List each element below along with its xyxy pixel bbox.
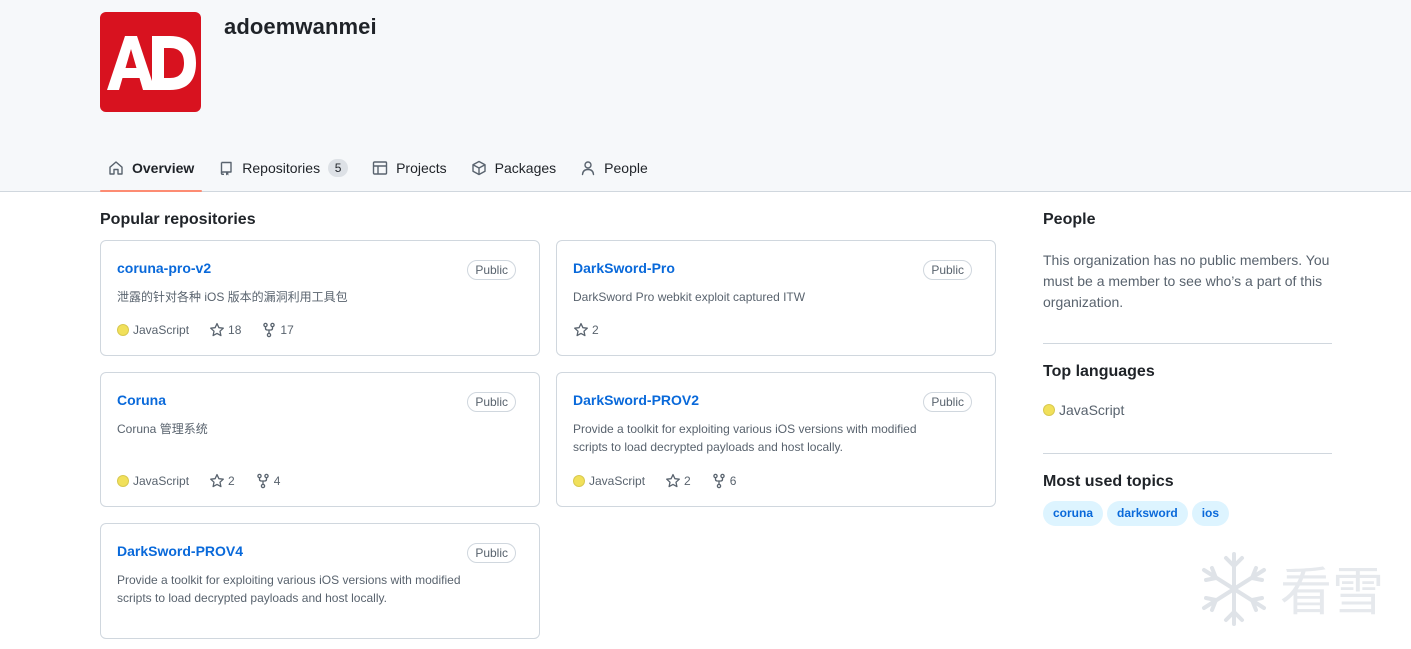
tab-packages[interactable]: Packages	[463, 146, 564, 190]
top-languages-title: Top languages	[1043, 363, 1155, 380]
repo-description: Provide a toolkit for exploiting various…	[117, 573, 461, 605]
tab-label: Repositories	[242, 160, 321, 176]
kanxue-watermark-logo: 看雪	[1202, 552, 1384, 626]
language-color-dot	[117, 475, 129, 487]
org-header: adoemwanmei Overview Repositories 5 Proj…	[0, 0, 1411, 192]
repo-card: DarkSword-Pro Public DarkSword Pro webki…	[556, 240, 996, 356]
watermark-text: 看雪	[1280, 563, 1384, 623]
repo-icon	[221, 161, 232, 176]
star-icon	[574, 322, 588, 337]
visibility-badge: Public	[923, 392, 972, 412]
tab-projects[interactable]: Projects	[364, 146, 455, 190]
stars-link[interactable]: 2	[209, 473, 235, 489]
repo-language: JavaScript	[117, 474, 189, 488]
most-used-topics-title: Most used topics	[1043, 473, 1174, 490]
star-count: 18	[228, 323, 242, 337]
fork-icon	[263, 322, 276, 338]
stars-link[interactable]: 2	[665, 473, 691, 489]
repo-description: Provide a toolkit for exploiting various…	[573, 422, 917, 454]
star-icon	[210, 322, 224, 337]
repo-meta: 2	[573, 322, 619, 338]
repo-language: JavaScript	[573, 474, 645, 488]
popular-repositories-title: Popular repositories	[100, 211, 256, 228]
fork-count: 4	[273, 474, 281, 488]
repo-description: DarkSword Pro webkit exploit captured IT…	[573, 290, 806, 304]
visibility-badge: Public	[467, 260, 516, 280]
forks-link[interactable]: 6	[711, 473, 737, 489]
star-icon	[666, 473, 680, 488]
repo-name-link[interactable]: Coruna	[117, 392, 166, 408]
visibility-badge: Public	[467, 543, 516, 563]
language-label: JavaScript	[589, 474, 646, 488]
star-count: 2	[228, 474, 235, 488]
topic-tag[interactable]: darksword	[1107, 501, 1188, 526]
top-language-item[interactable]: JavaScript	[1043, 402, 1124, 418]
repo-meta: JavaScript 2 4	[117, 473, 300, 489]
home-icon	[109, 161, 123, 175]
fork-count: 17	[280, 323, 294, 337]
fork-icon	[712, 473, 725, 489]
tab-overview[interactable]: Overview	[100, 146, 203, 192]
forks-link[interactable]: 17	[261, 322, 294, 338]
tab-label: Overview	[132, 160, 195, 176]
star-count: 2	[592, 323, 599, 337]
repo-meta: JavaScript 18 17	[117, 322, 314, 338]
forks-link[interactable]: 4	[255, 473, 281, 489]
language-label: JavaScript	[133, 474, 190, 488]
language-color-dot	[1043, 404, 1055, 416]
fork-icon	[256, 473, 269, 489]
language-color-dot	[117, 324, 129, 336]
repo-name-link[interactable]: DarkSword-Pro	[573, 260, 675, 276]
org-avatar[interactable]	[100, 12, 201, 112]
topics-list: coruna darksword ios	[1043, 501, 1233, 526]
visibility-badge: Public	[923, 260, 972, 280]
repo-description: Coruna 管理系统	[117, 422, 208, 436]
person-icon	[581, 161, 595, 176]
visibility-badge: Public	[467, 392, 516, 412]
repo-name-link[interactable]: DarkSword-PROV2	[573, 392, 699, 408]
repo-name-link[interactable]: coruna-pro-v2	[117, 260, 211, 276]
tab-label: People	[604, 160, 648, 176]
tab-label: Projects	[396, 160, 447, 176]
language-color-dot	[573, 475, 585, 487]
fork-count: 6	[729, 474, 737, 488]
repositories-count-badge: 5	[328, 159, 349, 177]
repo-card: DarkSword-PROV4 Public Provide a toolkit…	[100, 523, 540, 639]
repo-name-link[interactable]: DarkSword-PROV4	[117, 543, 243, 559]
divider	[1043, 453, 1332, 454]
ad-logo	[107, 36, 196, 90]
repo-card: DarkSword-PROV2 Public Provide a toolkit…	[556, 372, 996, 507]
language-label: JavaScript	[133, 323, 190, 337]
people-notice: This organization has no public members.…	[1043, 252, 1330, 310]
star-count: 2	[684, 474, 691, 488]
topic-tag[interactable]: coruna	[1043, 501, 1104, 526]
repo-card: coruna-pro-v2 Public 泄露的针对各种 iOS 版本的漏洞利用…	[100, 240, 540, 356]
tab-people[interactable]: People	[572, 146, 656, 190]
repo-language: JavaScript	[117, 323, 189, 337]
table-icon	[372, 161, 388, 175]
topic-tag[interactable]: ios	[1191, 501, 1230, 526]
package-icon	[471, 160, 486, 176]
stars-link[interactable]: 18	[209, 322, 241, 338]
org-nav-tabs: Overview Repositories 5 Projects Package…	[100, 146, 664, 192]
stars-link[interactable]: 2	[573, 322, 599, 338]
language-label: JavaScript	[1059, 402, 1125, 418]
org-name[interactable]: adoemwanmei	[224, 14, 377, 40]
tab-label: Packages	[494, 160, 557, 176]
tab-repositories[interactable]: Repositories 5	[210, 146, 356, 190]
divider	[1043, 343, 1332, 344]
star-icon	[210, 473, 224, 488]
repo-description: 泄露的针对各种 iOS 版本的漏洞利用工具包	[117, 290, 348, 304]
repo-card: Coruna Public Coruna 管理系统 JavaScript 2 4	[100, 372, 540, 507]
people-title: People	[1043, 211, 1096, 228]
repo-meta: JavaScript 2 6	[573, 473, 756, 489]
